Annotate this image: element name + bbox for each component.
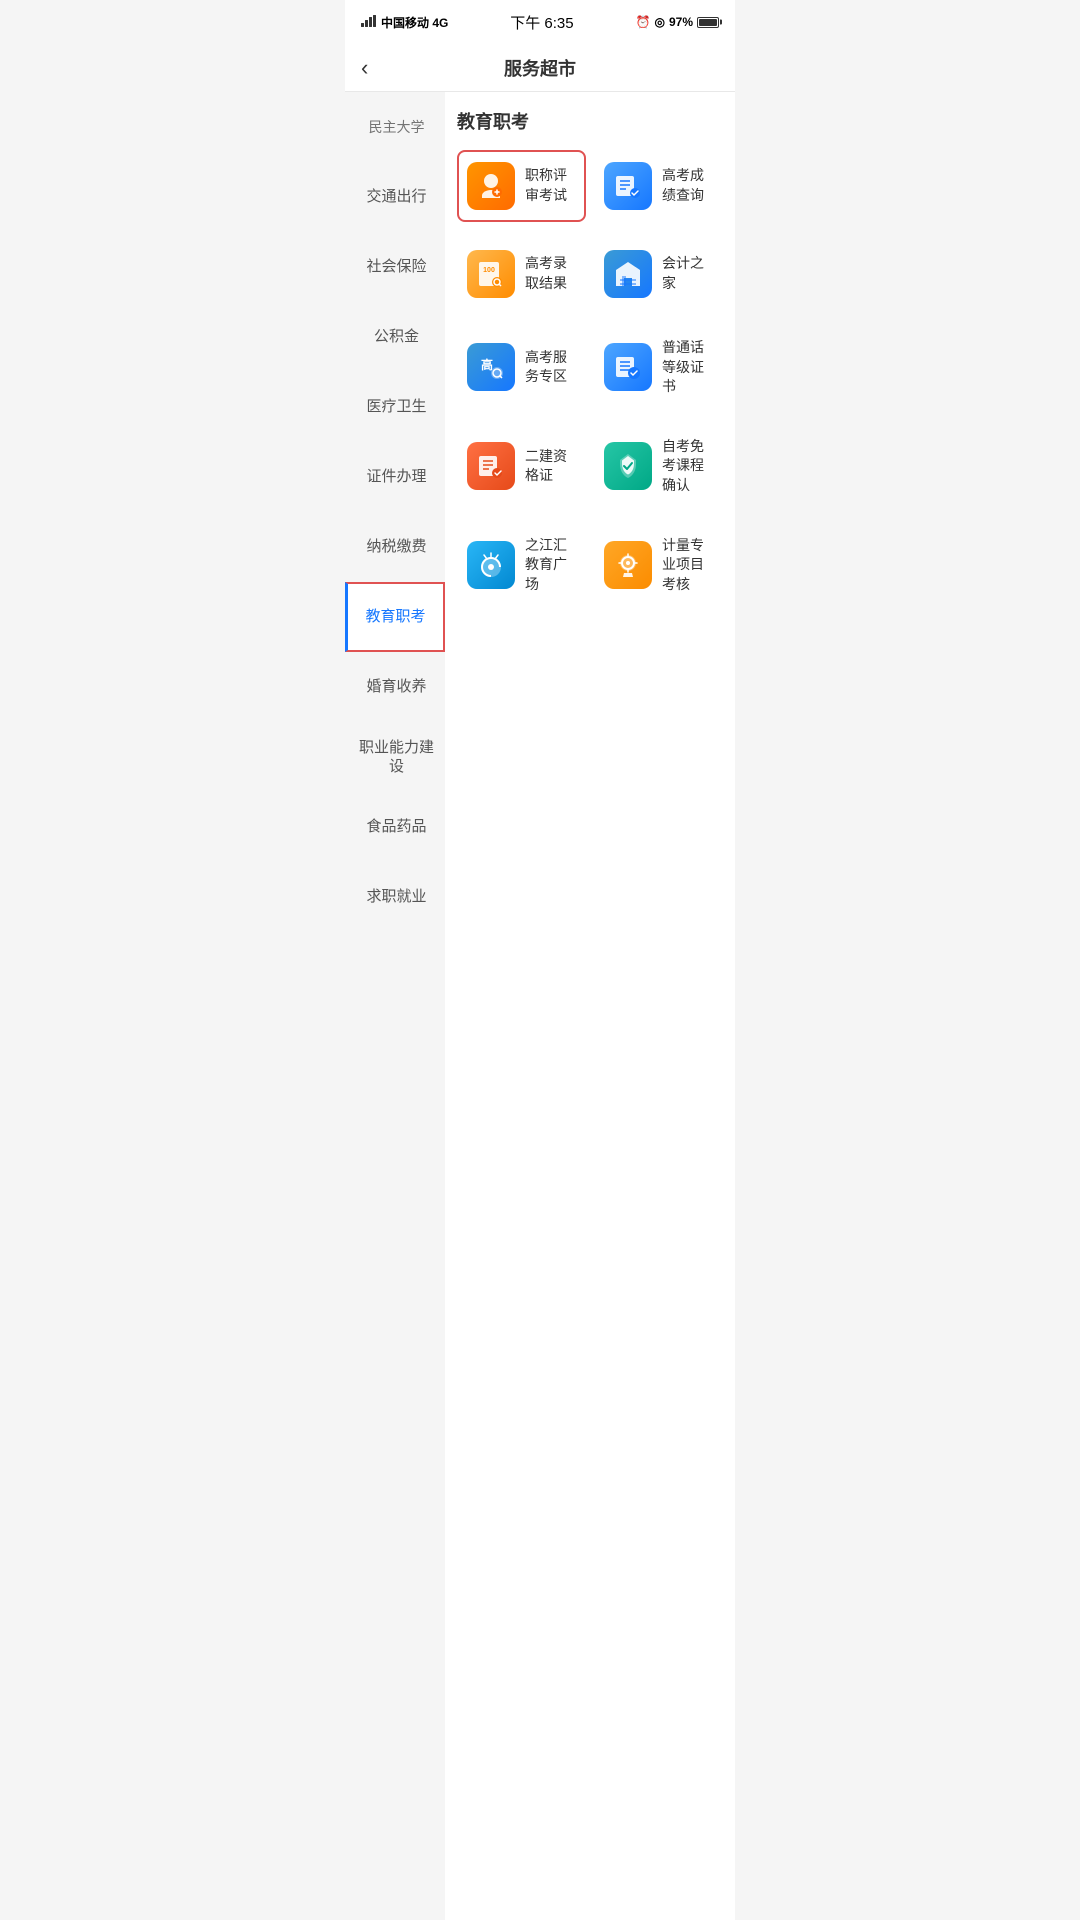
house-list-icon bbox=[604, 250, 652, 298]
service-item-second-builder[interactable]: 二建资格证 bbox=[457, 425, 586, 508]
service-label-gaokao-service: 高考服务专区 bbox=[525, 348, 576, 387]
sidebar-item-certificate[interactable]: 证件办理 bbox=[345, 442, 445, 512]
main-layout: 民主大学交通出行社会保险公积金医疗卫生证件办理纳税缴费教育职考婚育收养职业能力建… bbox=[345, 92, 735, 1920]
sidebar-item-medical[interactable]: 医疗卫生 bbox=[345, 372, 445, 442]
sidebar: 民主大学交通出行社会保险公积金医疗卫生证件办理纳税缴费教育职考婚育收养职业能力建… bbox=[345, 92, 445, 1920]
header: ‹ 服务超市 bbox=[345, 44, 735, 92]
sidebar-item-fund[interactable]: 公积金 bbox=[345, 302, 445, 372]
status-right: ⏰ ◎ 97% bbox=[636, 15, 719, 29]
section-title: 教育职考 bbox=[457, 108, 723, 134]
time-label: 下午 6:35 bbox=[510, 12, 573, 33]
service-item-gaokao-admission[interactable]: 100 高考录取结果 bbox=[457, 238, 586, 310]
search-list-icon bbox=[604, 162, 652, 210]
sidebar-item-career[interactable]: 职业能力建设 bbox=[345, 722, 445, 792]
sidebar-item-job[interactable]: 求职就业 bbox=[345, 862, 445, 932]
content-area: 教育职考 职称评审考试 高考成绩查询 100 高考录取结果 bbox=[445, 92, 735, 1920]
list-check-icon bbox=[467, 442, 515, 490]
service-label-second-builder: 二建资格证 bbox=[525, 447, 576, 486]
service-item-self-study[interactable]: 自考免考课程确认 bbox=[594, 425, 723, 508]
sidebar-item-marriage[interactable]: 婚育收养 bbox=[345, 652, 445, 722]
alarm-icon: ⏰ bbox=[636, 15, 651, 29]
carrier-label: 中国移动 4G bbox=[381, 14, 448, 31]
service-grid: 职称评审考试 高考成绩查询 100 高考录取结果 会计之家 bbox=[457, 150, 723, 606]
service-label-zhijiang: 之江汇教育广场 bbox=[525, 536, 576, 595]
service-label-accounting: 会计之家 bbox=[662, 254, 713, 293]
sidebar-item-insurance[interactable]: 社会保险 bbox=[345, 232, 445, 302]
service-label-gaokao-admission: 高考录取结果 bbox=[525, 254, 576, 293]
status-bar: 中国移动 4G 下午 6:35 ⏰ ◎ 97% bbox=[345, 0, 735, 44]
location-icon: ◎ bbox=[654, 15, 664, 29]
person-badge-icon bbox=[467, 162, 515, 210]
service-item-gaokao-service[interactable]: 高 高考服务专区 bbox=[457, 326, 586, 409]
service-label-gaokao-result: 高考成绩查询 bbox=[662, 166, 713, 205]
service-item-title-exam[interactable]: 职称评审考试 bbox=[457, 150, 586, 222]
service-item-measurement[interactable]: 计量专业项目考核 bbox=[594, 524, 723, 607]
sidebar-item-tax[interactable]: 纳税缴费 bbox=[345, 512, 445, 582]
page-title: 服务超市 bbox=[504, 55, 576, 81]
service-item-zhijiang[interactable]: 之江汇教育广场 bbox=[457, 524, 586, 607]
signal-icon bbox=[361, 15, 377, 30]
sidebar-item-education[interactable]: 教育职考 bbox=[345, 582, 445, 652]
back-button[interactable]: ‹ bbox=[361, 55, 368, 81]
svg-text:高: 高 bbox=[481, 357, 493, 372]
service-label-putonghua: 普通话等级证书 bbox=[662, 338, 713, 397]
battery-percent: 97% bbox=[669, 15, 693, 29]
graduation-icon bbox=[604, 442, 652, 490]
education-icon bbox=[467, 541, 515, 589]
measure-icon bbox=[604, 541, 652, 589]
sidebar-item-food[interactable]: 食品药品 bbox=[345, 792, 445, 862]
service-label-title-exam: 职称评审考试 bbox=[525, 166, 576, 205]
service-label-self-study: 自考免考课程确认 bbox=[662, 437, 713, 496]
service-item-putonghua[interactable]: 普通话等级证书 bbox=[594, 326, 723, 409]
service-label-measurement: 计量专业项目考核 bbox=[662, 536, 713, 595]
sidebar-item-civil[interactable]: 民主大学 bbox=[345, 92, 445, 162]
service-item-gaokao-result[interactable]: 高考成绩查询 bbox=[594, 150, 723, 222]
service-item-accounting[interactable]: 会计之家 bbox=[594, 238, 723, 310]
exam-search-icon: 100 bbox=[467, 250, 515, 298]
sidebar-item-traffic[interactable]: 交通出行 bbox=[345, 162, 445, 232]
svg-text:100: 100 bbox=[483, 267, 495, 274]
certificate-icon bbox=[604, 343, 652, 391]
gaokao-service-icon: 高 bbox=[467, 343, 515, 391]
status-left: 中国移动 4G bbox=[361, 14, 448, 31]
battery-icon bbox=[697, 17, 719, 28]
